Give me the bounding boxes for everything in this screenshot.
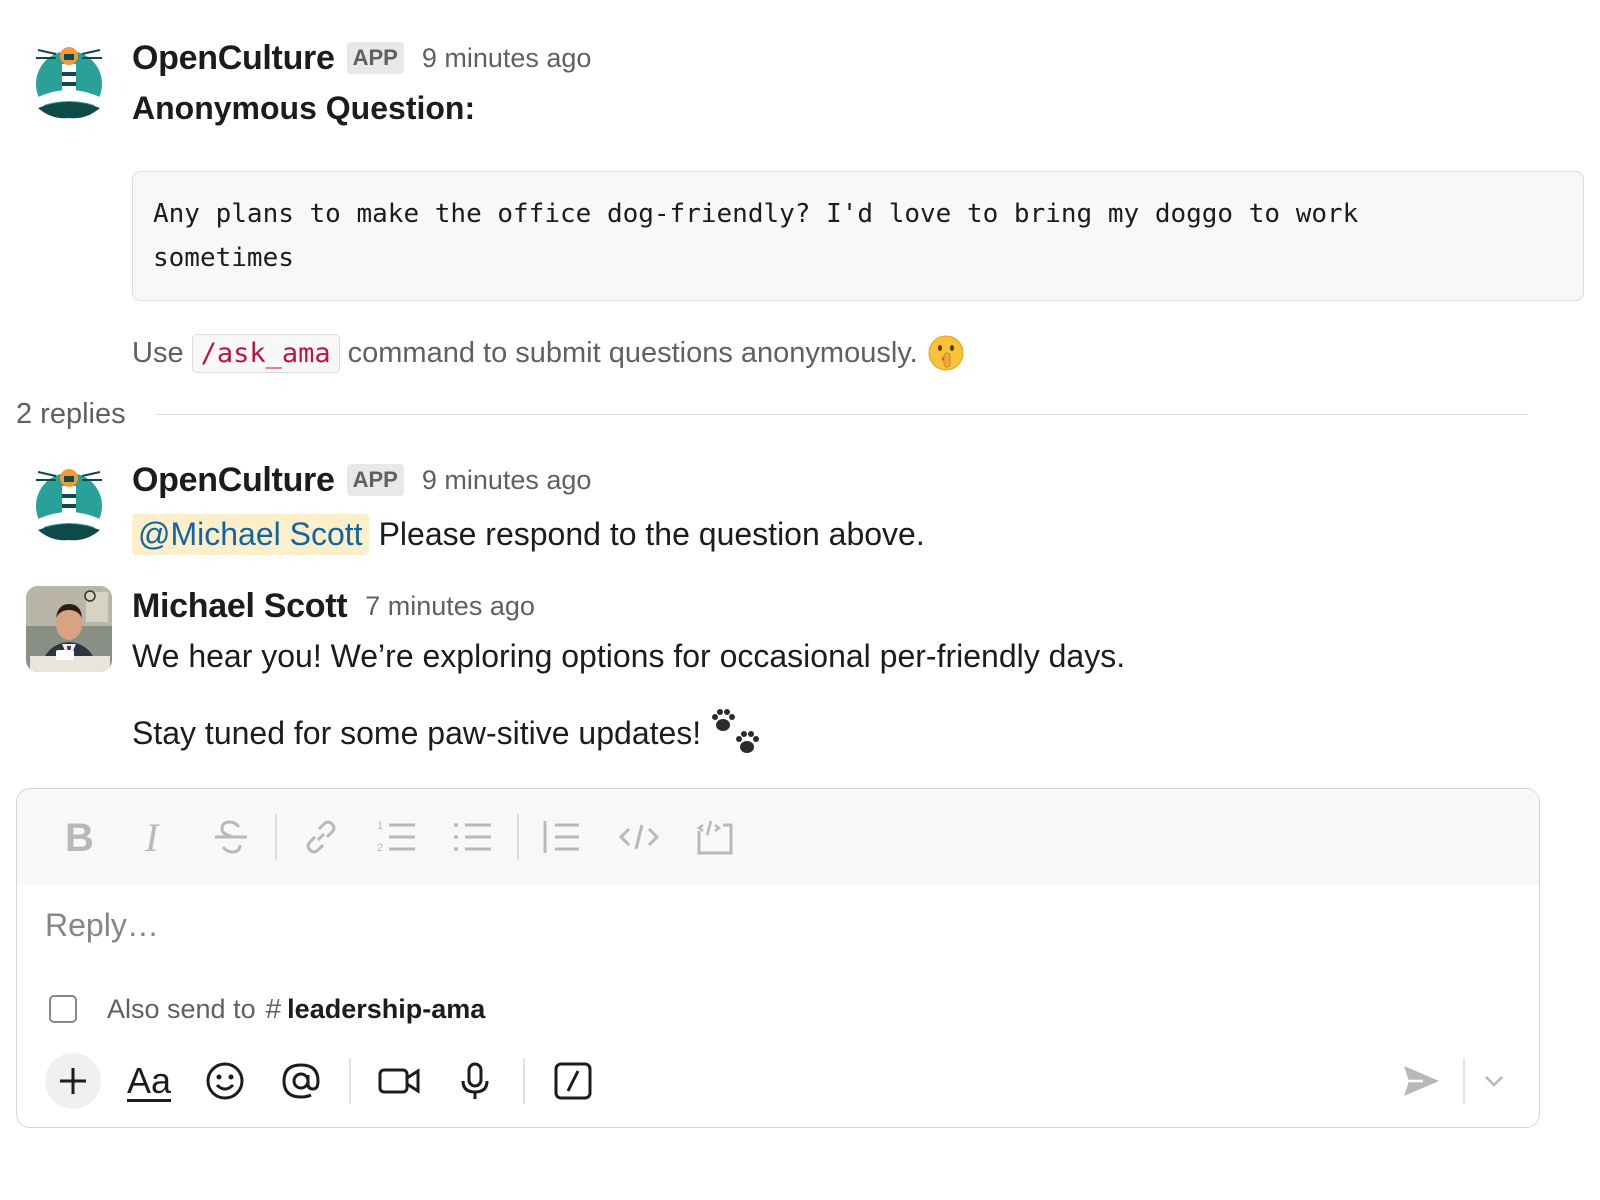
replies-count: 2 replies xyxy=(16,398,126,430)
toolbar-separator xyxy=(275,814,277,860)
message-paragraph: We hear you! We’re exploring options for… xyxy=(132,638,1126,674)
michael-scott-avatar[interactable] xyxy=(26,586,112,672)
message-meta: OpenCulture APP 9 minutes ago xyxy=(132,460,1560,500)
chevron-down-icon xyxy=(1485,1076,1503,1087)
microphone-button[interactable] xyxy=(437,1051,513,1111)
bold-button[interactable]: B xyxy=(41,807,117,867)
channel-hash-icon: # xyxy=(265,993,282,1024)
toolbar-separator xyxy=(517,814,519,860)
send-controls xyxy=(1383,1051,1519,1111)
message-timestamp[interactable]: 7 minutes ago xyxy=(365,591,535,622)
also-send-label: Also send to xyxy=(107,993,256,1024)
code-icon xyxy=(618,824,660,850)
code-line: Any plans to make the office dog-friendl… xyxy=(153,199,1359,229)
svg-text:1: 1 xyxy=(377,820,383,832)
ordered-list-button[interactable]: 1 2 xyxy=(359,807,435,867)
replies-divider: 2 replies xyxy=(16,398,1528,431)
paw-prints-emoji-icon xyxy=(709,705,765,761)
code-block-button[interactable] xyxy=(677,807,753,867)
reply-input[interactable] xyxy=(45,907,1445,944)
channel-name[interactable]: leadership-ama xyxy=(287,994,485,1025)
svg-text:2: 2 xyxy=(377,842,383,854)
mention-icon xyxy=(282,1063,320,1099)
hint-suffix: command to submit questions anonymously. xyxy=(347,336,918,369)
composer-actions: Aa xyxy=(35,1051,611,1111)
link-icon xyxy=(306,820,336,854)
microphone-icon xyxy=(461,1062,489,1099)
question-code-block: Any plans to make the office dog-friendl… xyxy=(132,171,1584,301)
slash-command-icon xyxy=(554,1062,592,1100)
user-photo-icon xyxy=(26,586,112,672)
video-button[interactable] xyxy=(361,1051,437,1111)
plus-icon xyxy=(60,1068,86,1094)
send-options-button[interactable] xyxy=(1469,1051,1519,1111)
emoji-icon xyxy=(206,1062,244,1100)
strikethrough-icon xyxy=(215,820,247,854)
code-button[interactable] xyxy=(601,807,677,867)
openculture-avatar[interactable] xyxy=(26,38,112,124)
blockquote-icon xyxy=(543,821,579,853)
slash-command-button[interactable] xyxy=(535,1051,611,1111)
reply-composer: B I 1 2 Reply… Also send to # leadership… xyxy=(16,788,1540,1128)
bulleted-list-button[interactable] xyxy=(435,807,511,867)
bold-icon: B xyxy=(65,817,94,857)
shushing-face-emoji-icon xyxy=(926,333,966,373)
code-line: sometimes xyxy=(153,243,294,273)
lighthouse-logo-icon xyxy=(26,38,112,124)
message-timestamp[interactable]: 9 minutes ago xyxy=(422,43,592,74)
formatting-toolbar: B I 1 2 xyxy=(17,789,1539,885)
toolbar-separator xyxy=(349,1058,351,1104)
openculture-avatar[interactable] xyxy=(26,460,112,546)
toolbar-separator xyxy=(1463,1058,1465,1104)
toolbar-separator xyxy=(523,1058,525,1104)
sender-name[interactable]: Michael Scott xyxy=(132,587,348,626)
formatting-toggle-button[interactable]: Aa xyxy=(111,1051,187,1111)
message-text: Please respond to the question above. xyxy=(378,516,925,552)
code-block-icon xyxy=(696,820,733,855)
strikethrough-button[interactable] xyxy=(193,807,269,867)
message-meta: OpenCulture APP 9 minutes ago xyxy=(132,38,1560,78)
blockquote-button[interactable] xyxy=(525,807,601,867)
inline-command-code: /ask_ama xyxy=(191,333,340,373)
formatting-icon: Aa xyxy=(126,1060,172,1101)
send-button[interactable] xyxy=(1383,1051,1459,1111)
bulleted-list-icon xyxy=(454,823,491,851)
mention-button[interactable] xyxy=(263,1051,339,1111)
send-icon xyxy=(1404,1066,1439,1096)
lighthouse-logo-icon xyxy=(26,460,112,546)
also-send-checkbox[interactable] xyxy=(49,995,77,1023)
italic-button[interactable]: I xyxy=(117,807,193,867)
attach-button[interactable] xyxy=(45,1053,101,1109)
divider-line xyxy=(155,414,1528,415)
italic-icon: I xyxy=(144,817,160,857)
svg-text:B: B xyxy=(65,817,94,857)
hint-prefix: Use xyxy=(132,336,184,369)
also-send-option: Also send to # leadership-ama xyxy=(49,993,485,1025)
app-badge: APP xyxy=(346,42,404,74)
ordered-list-icon: 1 2 xyxy=(377,820,415,854)
message-timestamp[interactable]: 9 minutes ago xyxy=(422,465,592,496)
message-meta: Michael Scott 7 minutes ago xyxy=(132,586,1560,626)
link-button[interactable] xyxy=(283,807,359,867)
svg-text:I: I xyxy=(144,817,160,857)
usage-hint: Use /ask_ama command to submit questions… xyxy=(132,333,1560,373)
question-title: Anonymous Question: xyxy=(132,90,476,126)
sender-name[interactable]: OpenCulture xyxy=(132,39,335,78)
user-mention[interactable]: @Michael Scott xyxy=(132,514,369,555)
app-badge: APP xyxy=(346,464,404,496)
message-body: @Michael Scott Please respond to the que… xyxy=(132,514,1560,555)
emoji-button[interactable] xyxy=(187,1051,263,1111)
sender-name[interactable]: OpenCulture xyxy=(132,461,335,500)
message-paragraph: Stay tuned for some paw-sitive updates! xyxy=(132,705,1560,761)
video-icon xyxy=(378,1068,420,1094)
message-text: Stay tuned for some paw-sitive updates! xyxy=(132,714,702,751)
